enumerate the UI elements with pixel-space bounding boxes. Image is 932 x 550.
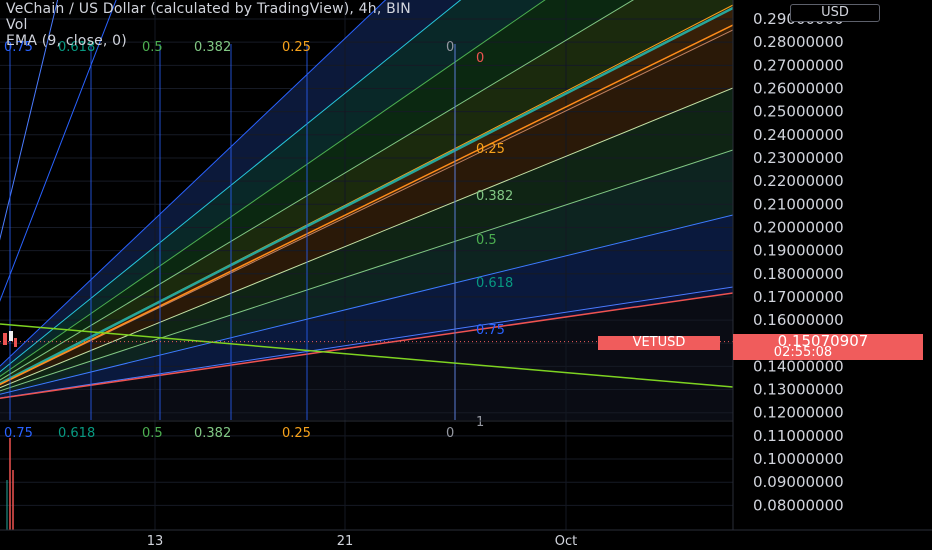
chart-canvas[interactable]: 0.75 0.618 0.5 0.382 0.25 0 0.75 0.618 0.5 0.382 0… xyxy=(0,0,932,550)
price-tick-label: 0.11000000 xyxy=(753,427,844,445)
legend-volume[interactable]: Vol xyxy=(6,17,28,33)
fan-top-label: 0.25 xyxy=(282,40,311,55)
candle xyxy=(9,331,13,341)
price-tick-label: 0.24000000 xyxy=(753,126,844,144)
price-tick-label: 0.27000000 xyxy=(753,56,844,74)
time-tick-label: Oct xyxy=(555,534,577,549)
fan-right-label: 0.25 xyxy=(476,142,505,157)
fan-bottom-label: 0.382 xyxy=(194,426,231,441)
chart-root: 0.75 0.618 0.5 0.382 0.25 0 0.75 0.618 0.5 0.382 0… xyxy=(0,0,932,550)
price-tick-label: 0.08000000 xyxy=(753,496,844,514)
currency-button[interactable]: USD xyxy=(790,4,880,22)
fan-right-label: 0 xyxy=(476,51,484,66)
time-axis[interactable]: 13 21 Oct xyxy=(147,534,578,549)
price-tick-label: 0.25000000 xyxy=(753,103,844,121)
legend-title[interactable]: VeChain / US Dollar (calculated by Tradi… xyxy=(6,1,411,17)
fan-top-label: 0.382 xyxy=(194,40,231,55)
bar-countdown: 02:55:08 xyxy=(773,345,833,360)
price-tick-label: 0.22000000 xyxy=(753,172,844,190)
fan-right-label: 0.5 xyxy=(476,233,497,248)
candle xyxy=(14,338,17,347)
fan-bottom-label: 0.618 xyxy=(58,426,95,441)
price-tick-label: 0.21000000 xyxy=(753,195,844,213)
legend-ema[interactable]: EMA (9, close, 0) xyxy=(6,33,127,49)
symbol-label: VETUSD xyxy=(598,336,720,350)
fan-bottom-label: 0 xyxy=(446,426,454,441)
price-tick-label: 0.23000000 xyxy=(753,149,844,167)
fan-right-label: 0.382 xyxy=(476,189,513,204)
price-tick-label: 0.13000000 xyxy=(753,381,844,399)
price-tick-label: 0.28000000 xyxy=(753,33,844,51)
fan-right-label: 1 xyxy=(476,415,484,430)
price-tick-label: 0.16000000 xyxy=(753,311,844,329)
price-tick-label: 0.09000000 xyxy=(753,473,844,491)
fan-right-label: 0.618 xyxy=(476,276,513,291)
fan-bottom-label: 0.75 xyxy=(4,426,33,441)
fan-bottom-label: 0.5 xyxy=(142,426,163,441)
price-tick-label: 0.26000000 xyxy=(753,79,844,97)
price-tick-label: 0.14000000 xyxy=(753,357,844,375)
candle xyxy=(3,333,7,345)
fan-bottom-label: 0.25 xyxy=(282,426,311,441)
price-tick-label: 0.19000000 xyxy=(753,242,844,260)
price-tick-label: 0.18000000 xyxy=(753,265,844,283)
fan-right-label: 0.75 xyxy=(476,323,505,338)
price-tick-label: 0.17000000 xyxy=(753,288,844,306)
price-tick-label: 0.10000000 xyxy=(753,450,844,468)
price-tick-label: 0.20000000 xyxy=(753,218,844,236)
time-tick-label: 21 xyxy=(337,534,354,549)
fan-top-label: 0.5 xyxy=(142,40,163,55)
price-tick-label: 0.12000000 xyxy=(753,404,844,422)
fan-top-label: 0 xyxy=(446,40,454,55)
last-price-tag: 0.15070907 02:55:08 xyxy=(733,333,923,360)
time-tick-label: 13 xyxy=(147,534,164,549)
